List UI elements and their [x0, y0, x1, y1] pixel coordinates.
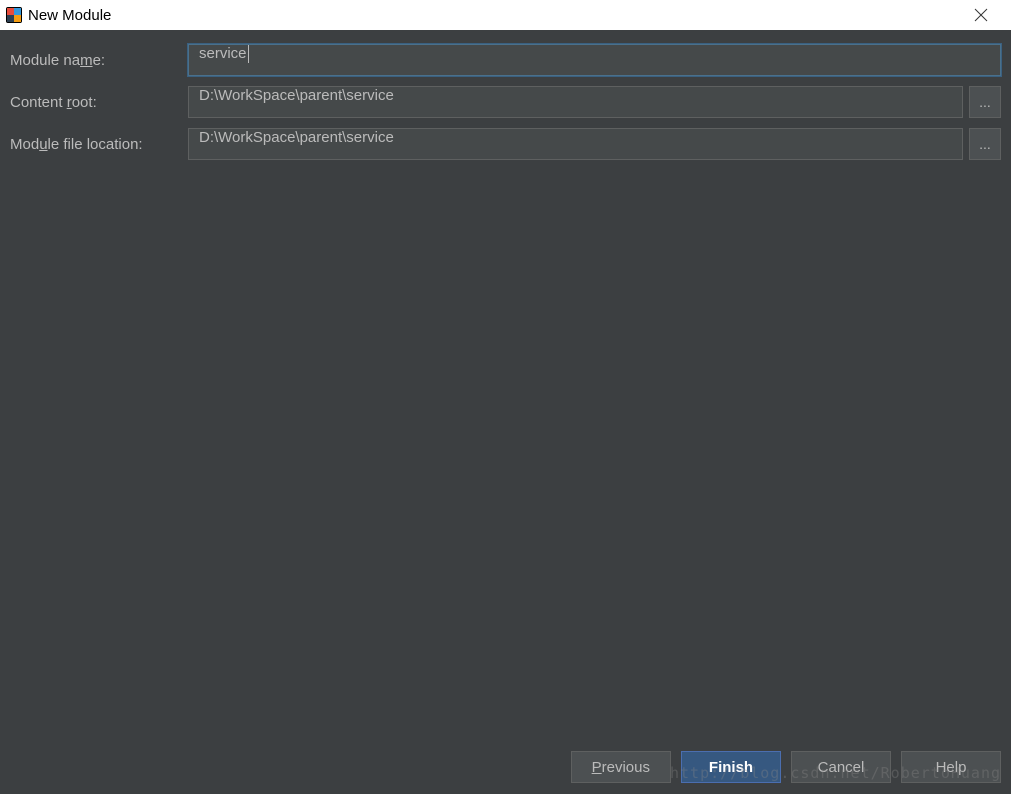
module-name-input-group: service	[188, 44, 1001, 76]
module-file-location-row: Module file location: D:\WorkSpace\paren…	[10, 128, 1001, 160]
module-file-location-input[interactable]: D:\WorkSpace\parent\service	[188, 128, 963, 160]
module-name-input[interactable]: service	[188, 44, 1001, 76]
title-left: New Module	[6, 7, 111, 24]
content-area: Module name: service Content root: D:\Wo…	[0, 30, 1011, 740]
help-button[interactable]: Help	[901, 751, 1001, 783]
text-cursor	[248, 45, 249, 63]
module-file-location-browse-button[interactable]: ...	[969, 128, 1001, 160]
content-root-label: Content root:	[10, 94, 188, 111]
content-root-input[interactable]: D:\WorkSpace\parent\service	[188, 86, 963, 118]
module-name-row: Module name: service	[10, 44, 1001, 76]
module-name-value: service	[199, 45, 247, 62]
content-root-value: D:\WorkSpace\parent\service	[199, 87, 394, 104]
previous-button[interactable]: Previous	[571, 751, 671, 783]
button-bar: Previous Finish Cancel Help	[0, 740, 1011, 794]
close-icon	[974, 8, 988, 22]
window-title: New Module	[28, 7, 111, 24]
module-file-location-label: Module file location:	[10, 136, 188, 153]
app-icon	[6, 7, 22, 23]
content-root-input-group: D:\WorkSpace\parent\service ...	[188, 86, 1001, 118]
cancel-button[interactable]: Cancel	[791, 751, 891, 783]
module-file-location-input-group: D:\WorkSpace\parent\service ...	[188, 128, 1001, 160]
content-root-browse-button[interactable]: ...	[969, 86, 1001, 118]
finish-button[interactable]: Finish	[681, 751, 781, 783]
title-bar: New Module	[0, 0, 1011, 30]
module-name-label: Module name:	[10, 52, 188, 69]
module-file-location-value: D:\WorkSpace\parent\service	[199, 129, 394, 146]
close-button[interactable]	[961, 0, 1001, 30]
content-root-row: Content root: D:\WorkSpace\parent\servic…	[10, 86, 1001, 118]
